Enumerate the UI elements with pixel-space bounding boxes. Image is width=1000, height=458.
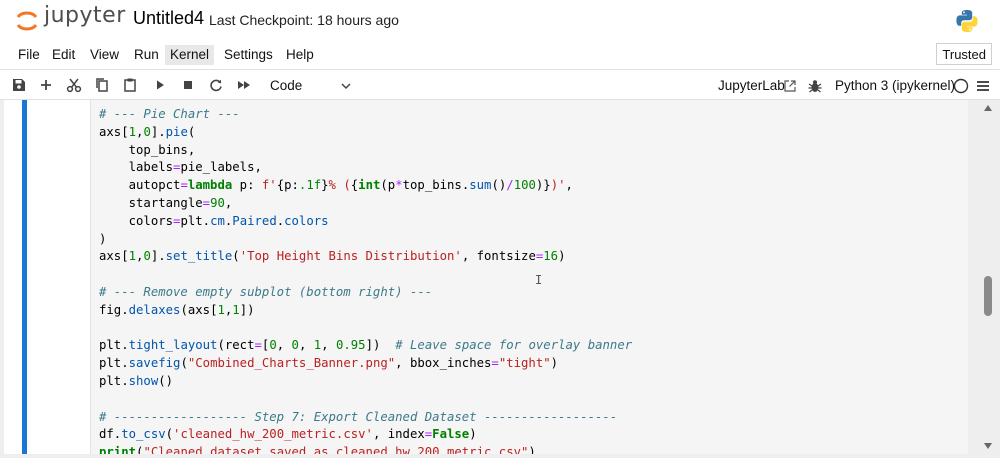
scrollbar-thumb[interactable] (984, 276, 992, 316)
code-line: ) (99, 231, 107, 246)
notebook-panel: # --- Pie Chart --- axs[1,0].pie( top_bin… (0, 100, 1000, 458)
paste-icon (124, 78, 136, 92)
scroll-down-arrow-icon[interactable] (983, 442, 993, 450)
jupyter-logo-text[interactable]: jupyter (44, 3, 126, 28)
code-line: labels=pie_labels, (99, 160, 262, 175)
code-line: df.to_csv('cleaned_hw_200_metric.csv', i… (99, 427, 477, 442)
jupyterlab-link[interactable]: JupyterLab (718, 75, 785, 97)
external-link-icon[interactable] (783, 79, 797, 93)
code-line: # ------------------ Step 7: Export Clea… (99, 409, 618, 424)
restart-run-all-button[interactable] (234, 75, 254, 95)
chevron-down-icon (341, 83, 351, 90)
code-line: plt.tight_layout(rect=[0, 0, 1, 0.95]) #… (99, 338, 633, 353)
code-line: colors=plt.cm.Paired.colors (99, 213, 329, 228)
menu-help[interactable]: Help (281, 45, 319, 65)
run-all-icon (238, 81, 250, 89)
cut-button[interactable] (64, 75, 84, 95)
code-line: # --- Pie Chart --- (99, 107, 240, 121)
code-line: plt.show() (99, 373, 174, 388)
code-line: print("Cleaned dataset saved as cleaned_… (99, 445, 536, 454)
notebook-header: jupyter Untitled4 Last Checkpoint: 18 ho… (0, 0, 1000, 40)
code-line: axs[1,0].set_title('Top Height Bins Dist… (99, 249, 566, 264)
menubar: File Edit View Run Kernel Settings Help … (0, 40, 1000, 70)
last-checkpoint-text: Last Checkpoint: 18 hours ago (209, 12, 399, 28)
python-logo-icon (956, 10, 978, 32)
menu-view[interactable]: View (85, 45, 124, 65)
run-cell-button[interactable] (150, 75, 170, 95)
restart-kernel-button[interactable] (206, 75, 226, 95)
code-line: autopct=lambda p: f'{p:.1f}% ({int(p*top… (99, 178, 573, 193)
text-cursor-ibeam: I (535, 273, 543, 287)
notebook-toolbar: Code JupyterLab Python 3 (ipykernel) (0, 70, 1000, 100)
code-line: fig.delaxes(axs[1,1]) (99, 302, 255, 317)
scroll-up-arrow-icon[interactable] (983, 104, 993, 112)
notebook-page: # --- Pie Chart --- axs[1,0].pie( top_bin… (4, 100, 968, 454)
interrupt-kernel-button[interactable] (178, 75, 198, 95)
notebook-scrollbar[interactable] (980, 100, 996, 454)
active-cell-indicator[interactable] (22, 100, 27, 454)
menu-edit[interactable]: Edit (47, 45, 80, 65)
code-line: plt.savefig("Combined_Charts_Banner.png"… (99, 356, 559, 371)
cell-type-value: Code (270, 78, 303, 93)
cell-type-select[interactable]: Code (266, 75, 356, 97)
trusted-indicator[interactable]: Trusted (936, 43, 992, 65)
restart-icon (210, 79, 222, 92)
notebook-title[interactable]: Untitled4 (133, 8, 204, 29)
stop-icon (184, 81, 192, 89)
menu-settings[interactable]: Settings (219, 45, 278, 65)
code-block: # --- Pie Chart --- axs[1,0].pie( top_bin… (99, 106, 632, 454)
debugger-bug-icon[interactable] (807, 78, 823, 94)
copy-button[interactable] (92, 75, 112, 95)
menu-hamburger-icon[interactable] (975, 78, 991, 94)
save-icon (13, 79, 25, 91)
kernel-idle-status-icon (953, 78, 969, 94)
add-cell-icon (41, 80, 51, 90)
menu-file[interactable]: File (13, 45, 45, 65)
menu-kernel[interactable]: Kernel (165, 45, 215, 65)
add-cell-button[interactable] (36, 75, 56, 95)
code-line: top_bins, (99, 142, 196, 157)
save-button[interactable] (9, 75, 29, 95)
cut-icon (66, 78, 82, 93)
code-line: # --- Remove empty subplot (bottom right… (99, 284, 433, 299)
code-line: axs[1,0].pie( (99, 124, 196, 139)
run-icon (157, 80, 164, 90)
jupyter-logo-icon[interactable] (14, 8, 40, 34)
code-line: startangle=90, (99, 195, 233, 210)
menu-run[interactable]: Run (129, 45, 164, 65)
code-cell-editor[interactable]: # --- Pie Chart --- axs[1,0].pie( top_bin… (90, 100, 968, 454)
kernel-name[interactable]: Python 3 (ipykernel) (835, 75, 955, 97)
paste-button[interactable] (120, 75, 140, 95)
copy-icon (96, 78, 108, 92)
